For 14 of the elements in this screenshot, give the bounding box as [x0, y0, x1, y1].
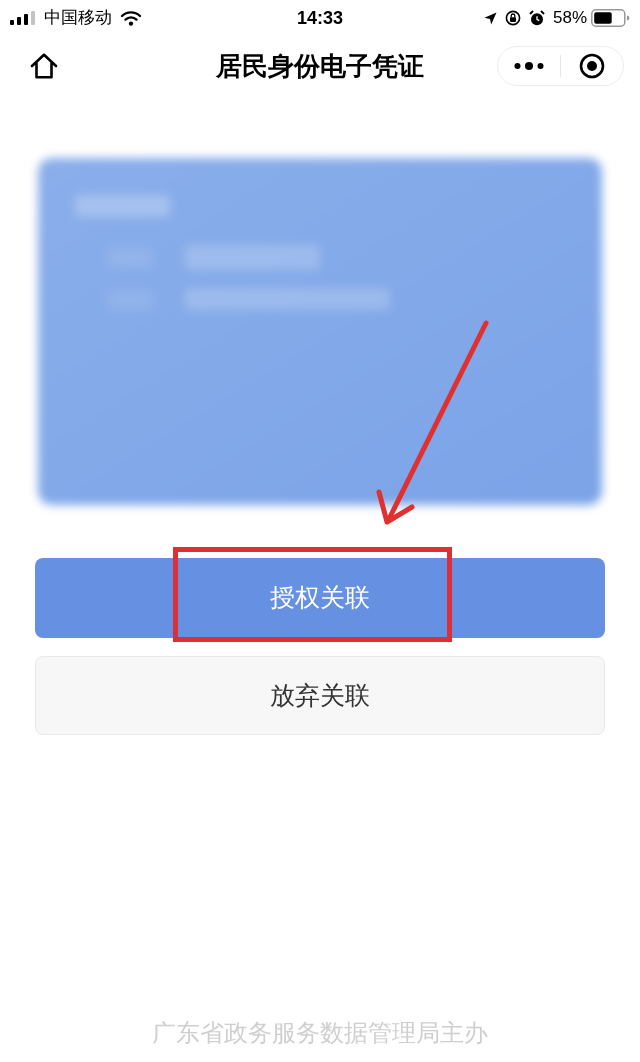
clock-time: 14:33 [296, 8, 343, 28]
signal-icon [10, 11, 36, 25]
battery-icon [591, 9, 630, 27]
alarm-icon [528, 10, 545, 26]
location-arrow-icon [483, 11, 497, 25]
carrier-name: 中国移动 [44, 8, 112, 28]
battery-percentage: 58% [552, 8, 587, 28]
more-icon [514, 62, 544, 70]
wifi-icon [120, 10, 142, 26]
page-title: 居民身份电子凭证 [216, 50, 424, 82]
rotation-lock-icon [504, 10, 521, 26]
target-icon [579, 53, 605, 79]
decline-button[interactable]: 放弃关联 [35, 656, 605, 735]
home-icon [30, 53, 58, 79]
